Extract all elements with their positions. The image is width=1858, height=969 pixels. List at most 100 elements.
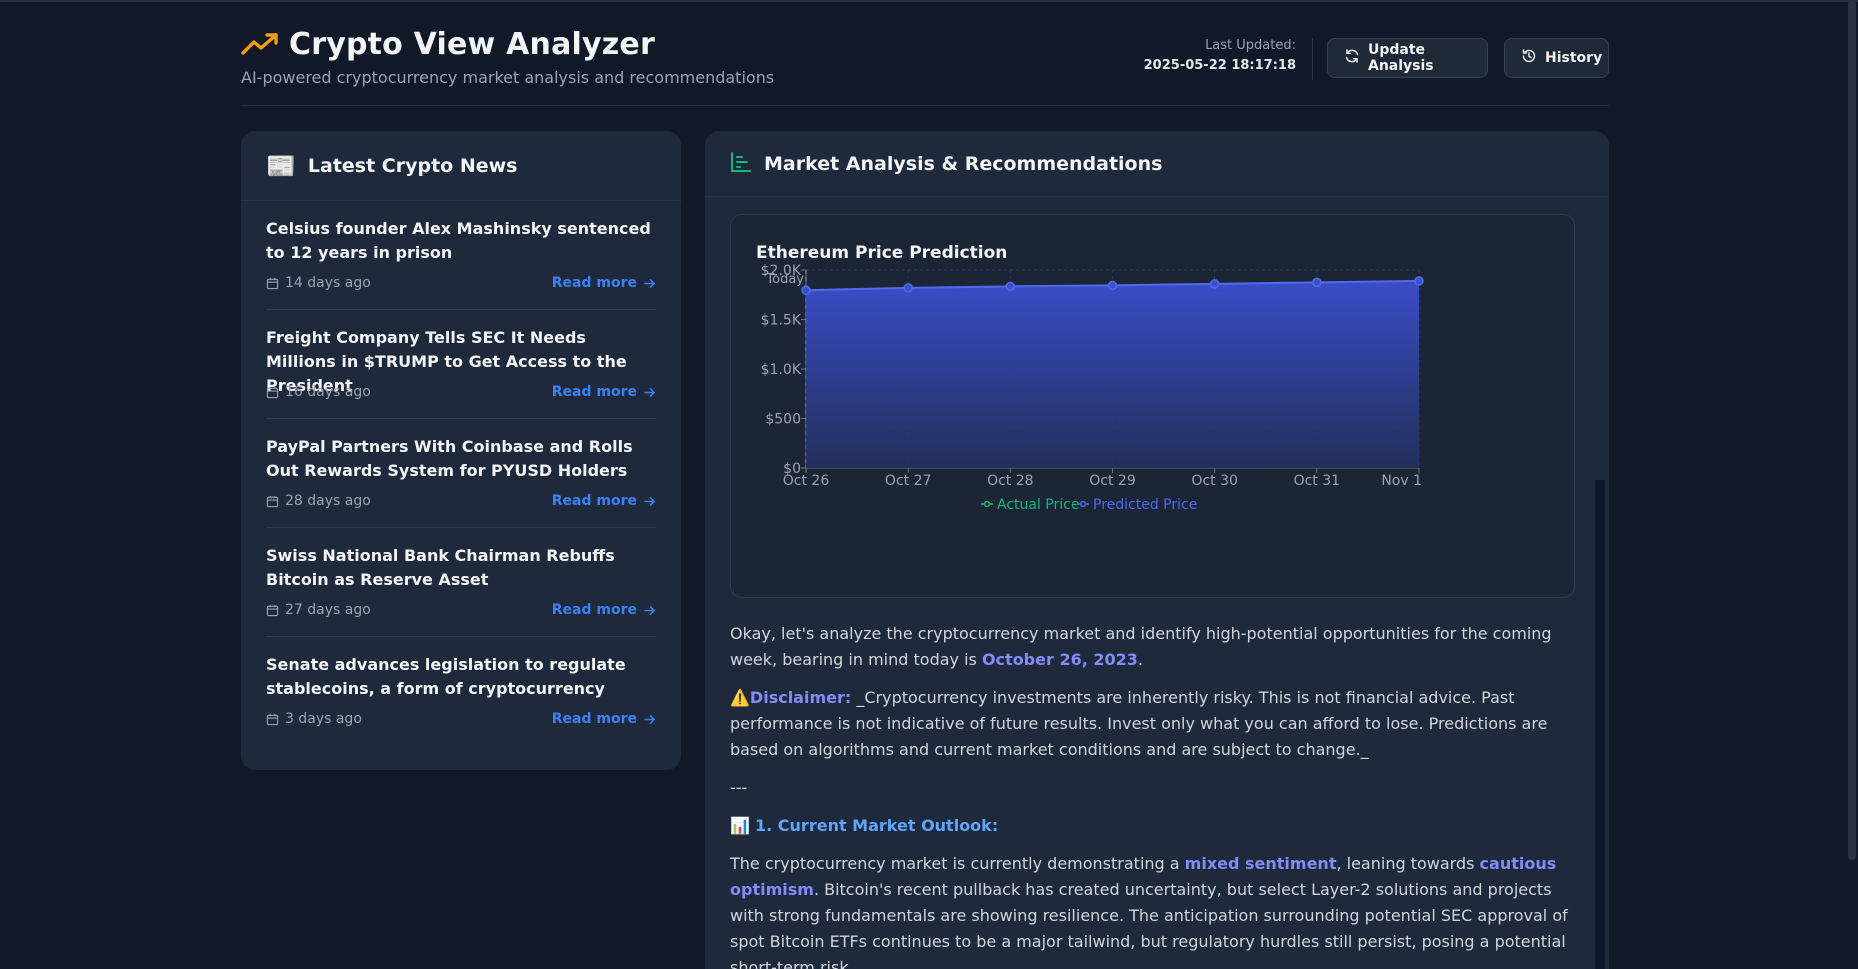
price-chart-card: Ethereum Price Prediction $0 $500 $1.0K $1.… bbox=[730, 214, 1575, 598]
intro-end: . bbox=[1137, 650, 1143, 669]
news-date-text: 14 days ago bbox=[285, 275, 371, 291]
read-more-label: Read more bbox=[551, 711, 637, 727]
calendar-icon bbox=[266, 713, 279, 725]
read-more-label: Read more bbox=[551, 384, 637, 400]
app-subtitle: AI-powered cryptocurrency market analysi… bbox=[241, 68, 775, 87]
trending-up-icon bbox=[241, 25, 279, 63]
news-date-text: 28 days ago bbox=[285, 493, 371, 509]
legend-actual-label: Actual Price bbox=[997, 497, 1079, 513]
read-more-link[interactable]: Read more bbox=[552, 275, 656, 291]
analysis-body: Okay, let's analyze the cryptocurrency m… bbox=[730, 621, 1575, 969]
read-more-label: Read more bbox=[551, 275, 637, 291]
refresh-icon bbox=[1344, 48, 1360, 68]
read-more-label: Read more bbox=[551, 602, 637, 618]
predicted-point bbox=[1107, 280, 1118, 291]
update-analysis-label: Update Analysis bbox=[1368, 42, 1434, 74]
news-title[interactable]: Celsius founder Alex Mashinsky sentenced… bbox=[266, 217, 661, 265]
separator: --- bbox=[730, 778, 748, 797]
arrow-right-icon bbox=[644, 496, 655, 506]
calendar-icon bbox=[266, 604, 279, 616]
read-more-link[interactable]: Read more bbox=[552, 711, 656, 727]
legend-actual-marker bbox=[983, 500, 991, 508]
read-more-link[interactable]: Read more bbox=[552, 384, 656, 400]
news-meta: 27 days ago Read more bbox=[266, 602, 656, 618]
predicted-point bbox=[801, 285, 811, 296]
read-more-link[interactable]: Read more bbox=[552, 602, 656, 618]
analysis-intro: Okay, let's analyze the cryptocurrency m… bbox=[730, 621, 1575, 673]
news-meta: 3 days ago Read more bbox=[266, 711, 656, 727]
arrow-right-icon bbox=[644, 714, 655, 724]
calendar-icon bbox=[266, 386, 279, 398]
news-date-text: 27 days ago bbox=[285, 602, 371, 618]
warning-icon: ⚠️ bbox=[730, 688, 750, 707]
read-more-label: Read more bbox=[551, 493, 637, 509]
header-divider bbox=[1312, 38, 1313, 80]
x-tick-label: Oct 27 bbox=[885, 473, 931, 489]
news-date: 16 days ago bbox=[266, 384, 371, 400]
market-outlook: The cryptocurrency market is currently d… bbox=[730, 851, 1575, 969]
calendar-icon bbox=[266, 277, 279, 289]
price-chart[interactable]: $0$500$1.0K$1.5K$2.0KOct 26 Oct 27 Oct 28 O… bbox=[731, 215, 1576, 599]
news-panel: 📰 Latest Crypto News Celsius founder Ale… bbox=[241, 131, 681, 770]
predicted-point bbox=[1209, 279, 1220, 289]
legend-predicted-marker bbox=[1079, 500, 1087, 508]
outlook-text-1: The cryptocurrency market is currently d… bbox=[730, 854, 1185, 873]
analysis-panel: Market Analysis & Recommendations Ethere… bbox=[705, 131, 1609, 969]
legend-predicted-label: Predicted Price bbox=[1093, 497, 1197, 513]
x-tick-label: Oct 28 bbox=[987, 473, 1033, 489]
news-title[interactable]: Senate advances legislation to regulate … bbox=[266, 653, 661, 701]
news-title[interactable]: PayPal Partners With Coinbase and Rolls … bbox=[266, 435, 661, 483]
news-date: 28 days ago bbox=[266, 493, 371, 509]
predicted-point bbox=[1005, 281, 1016, 292]
news-date: 14 days ago bbox=[266, 275, 371, 291]
news-item: Swiss National Bank Chairman Rebuffs Bit… bbox=[266, 528, 656, 637]
calendar-icon bbox=[266, 495, 279, 507]
news-meta: 16 days ago Read more bbox=[266, 384, 656, 400]
update-analysis-button[interactable]: Update Analysis bbox=[1327, 38, 1488, 78]
today-label: Today bbox=[765, 272, 804, 287]
last-updated: Last Updated: 2025-05-22 18:17:18 bbox=[1144, 38, 1296, 73]
section-heading: 📊 1. Current Market Outlook: bbox=[730, 813, 1575, 839]
y-tick-label: $1.5K bbox=[761, 313, 802, 329]
news-meta: 28 days ago Read more bbox=[266, 493, 656, 509]
read-more-link[interactable]: Read more bbox=[552, 493, 656, 509]
news-item: Celsius founder Alex Mashinsky sentenced… bbox=[266, 201, 656, 310]
predicted-area bbox=[806, 280, 1419, 468]
page-scrollbar[interactable] bbox=[1846, 0, 1858, 969]
history-label: History bbox=[1545, 50, 1603, 66]
x-tick-label: Oct 26 bbox=[783, 473, 830, 489]
disclaimer-label: Disclaimer: bbox=[749, 688, 852, 707]
page-header: Crypto View Analyzer AI-powered cryptocu… bbox=[241, 0, 1609, 106]
app-title: Crypto View Analyzer bbox=[289, 26, 655, 62]
news-title[interactable]: Swiss National Bank Chairman Rebuffs Bit… bbox=[266, 544, 661, 592]
news-list: Celsius founder Alex Mashinsky sentenced… bbox=[241, 201, 681, 746]
chart-emoji-icon: 📊 bbox=[730, 816, 756, 835]
news-item: Senate advances legislation to regulate … bbox=[266, 637, 656, 746]
outlook-text-2: , leaning towards bbox=[1336, 854, 1480, 873]
arrow-right-icon bbox=[644, 278, 655, 288]
analysis-heading: Market Analysis & Recommendations bbox=[764, 152, 1163, 175]
intro-date: October 26, 2023 bbox=[981, 650, 1138, 669]
history-button[interactable]: History bbox=[1504, 38, 1609, 78]
y-tick-label: $500 bbox=[765, 412, 801, 428]
news-date-text: 3 days ago bbox=[285, 711, 362, 727]
news-item: Freight Company Tells SEC It Needs Milli… bbox=[266, 310, 656, 419]
newspaper-icon: 📰 bbox=[266, 151, 296, 180]
panel-scrollbar[interactable] bbox=[1595, 480, 1605, 969]
bar-chart-icon bbox=[730, 151, 752, 177]
news-date: 3 days ago bbox=[266, 711, 362, 727]
last-updated-label: Last Updated: bbox=[1205, 38, 1296, 53]
disclaimer-text: _Cryptocurrency investments are inherent… bbox=[730, 688, 1548, 759]
news-item: PayPal Partners With Coinbase and Rolls … bbox=[266, 419, 656, 528]
app-container: Crypto View Analyzer AI-powered cryptocu… bbox=[241, 0, 1609, 969]
news-meta: 14 days ago Read more bbox=[266, 275, 656, 291]
y-tick-label: $1.0K bbox=[761, 362, 802, 378]
analysis-header: Market Analysis & Recommendations bbox=[705, 131, 1609, 197]
outlook-highlight-1: mixed sentiment bbox=[1184, 854, 1337, 873]
page-scroll-thumb[interactable] bbox=[1848, 0, 1856, 860]
news-heading: Latest Crypto News bbox=[307, 154, 518, 177]
last-updated-value: 2025-05-22 18:17:18 bbox=[1143, 58, 1296, 73]
x-tick-label: Oct 31 bbox=[1294, 473, 1340, 489]
news-date-text: 16 days ago bbox=[285, 384, 371, 400]
x-tick-label: Oct 29 bbox=[1089, 473, 1135, 489]
